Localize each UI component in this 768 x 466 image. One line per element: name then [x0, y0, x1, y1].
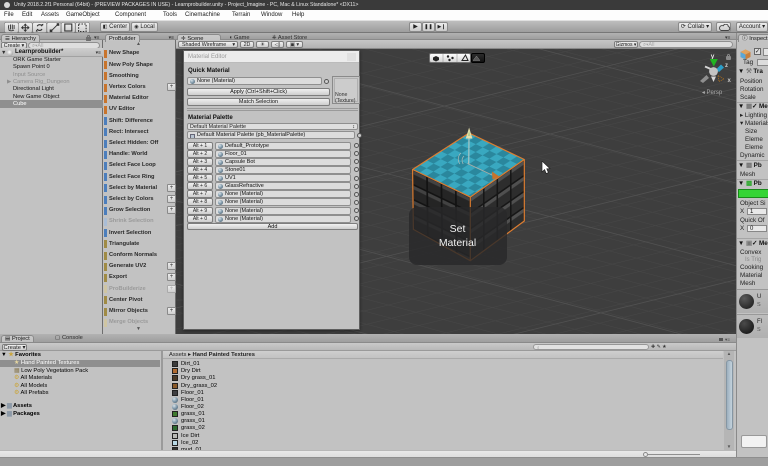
svg-text:y: y — [711, 53, 715, 60]
svg-text:x: x — [728, 78, 732, 84]
svg-text:z: z — [725, 63, 728, 69]
svg-text:◂ Persp: ◂ Persp — [702, 90, 723, 96]
